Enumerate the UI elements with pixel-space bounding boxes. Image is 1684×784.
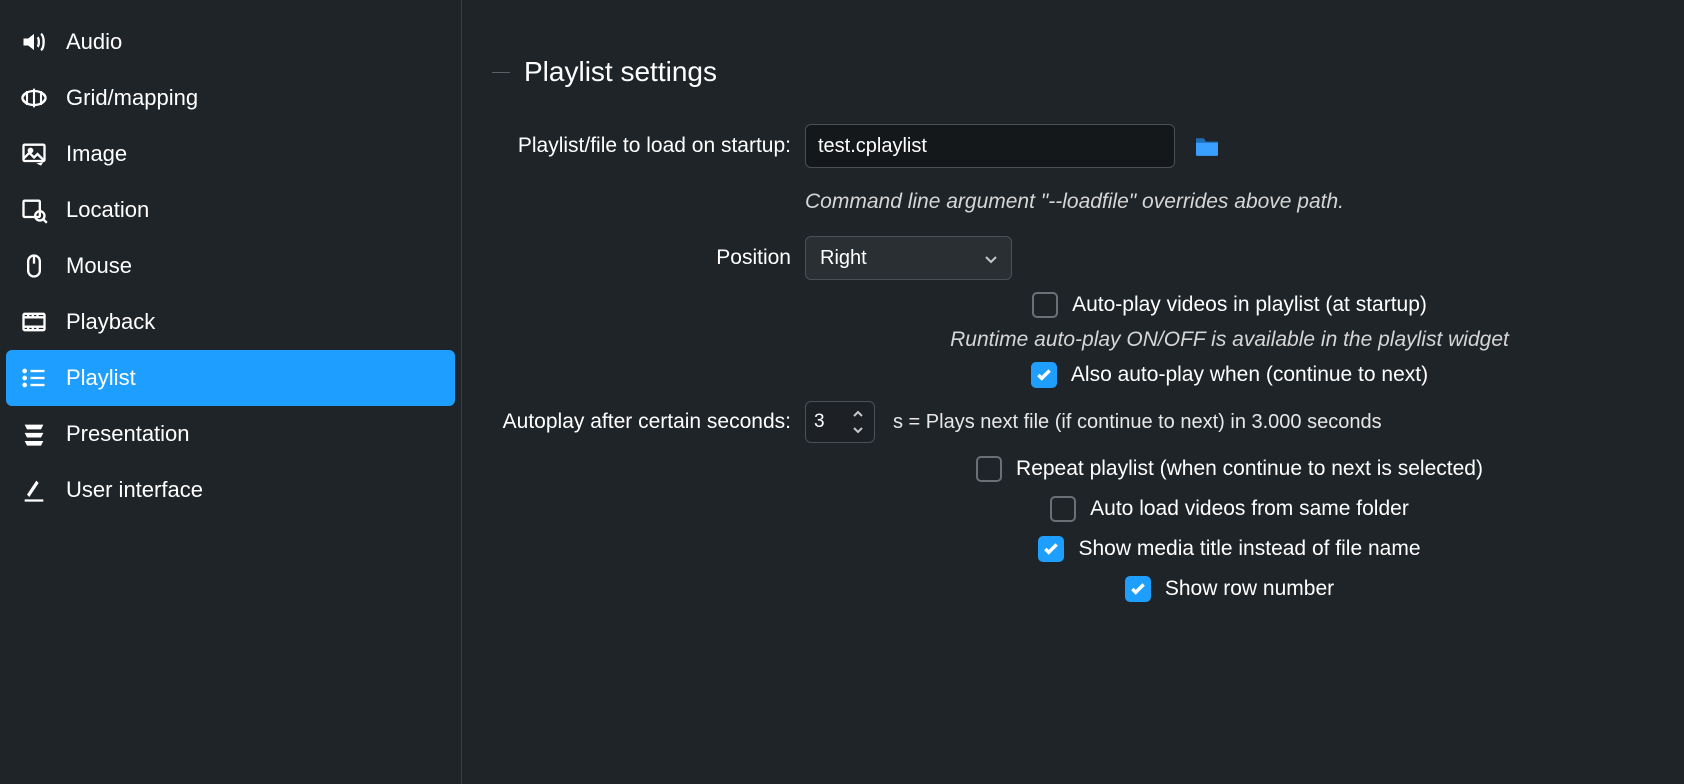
autoplay-runtime-hint: Runtime auto-play ON/OFF is available in…	[950, 328, 1509, 352]
audio-icon	[20, 28, 48, 56]
user-interface-icon	[20, 476, 48, 504]
stepper-down-icon[interactable]	[844, 422, 872, 438]
autoplay-seconds-input[interactable]	[806, 402, 844, 442]
sidebar-item-label: Location	[66, 197, 149, 223]
playback-icon	[20, 308, 48, 336]
startup-file-input[interactable]	[805, 124, 1175, 168]
repeat-playlist-label: Repeat playlist (when continue to next i…	[1016, 457, 1483, 481]
sidebar-item-label: User interface	[66, 477, 203, 503]
sidebar-item-presentation[interactable]: Presentation	[6, 406, 455, 462]
sidebar-item-label: Playlist	[66, 365, 136, 391]
startup-file-hint: Command line argument "--loadfile" overr…	[805, 190, 1344, 214]
sidebar-item-label: Grid/mapping	[66, 85, 198, 111]
autoplay-startup-checkbox[interactable]	[1032, 292, 1058, 318]
sidebar-item-label: Image	[66, 141, 127, 167]
main-panel: Playlist settings Playlist/file to load …	[462, 0, 1684, 784]
sidebar-item-playlist[interactable]: Playlist	[6, 350, 455, 406]
location-icon	[20, 196, 48, 224]
sidebar-item-playback[interactable]: Playback	[6, 294, 455, 350]
position-label: Position	[492, 246, 805, 270]
show-row-number-label: Show row number	[1165, 577, 1334, 601]
sidebar-item-label: Playback	[66, 309, 155, 335]
sidebar-item-image[interactable]: Image	[6, 126, 455, 182]
divider	[492, 72, 510, 73]
autoplay-seconds-label: Autoplay after certain seconds:	[492, 410, 805, 434]
grid-icon	[20, 84, 48, 112]
playlist-icon	[20, 364, 48, 392]
sidebar-item-label: Mouse	[66, 253, 132, 279]
autoplay-seconds-stepper[interactable]	[805, 401, 875, 443]
presentation-icon	[20, 420, 48, 448]
sidebar: Audio Grid/mapping Image	[0, 0, 462, 784]
sidebar-item-label: Presentation	[66, 421, 190, 447]
position-select[interactable]: Right	[805, 236, 1012, 280]
section-title: Playlist settings	[524, 56, 717, 88]
mouse-icon	[20, 252, 48, 280]
autoload-same-folder-checkbox[interactable]	[1050, 496, 1076, 522]
sidebar-item-location[interactable]: Location	[6, 182, 455, 238]
autoload-same-folder-label: Auto load videos from same folder	[1090, 497, 1409, 521]
image-icon	[20, 140, 48, 168]
autoplay-seconds-suffix: s = Plays next file (if continue to next…	[893, 411, 1382, 434]
stepper-up-icon[interactable]	[844, 406, 872, 422]
position-select-value: Right	[820, 247, 867, 270]
chevron-down-icon	[983, 250, 999, 266]
also-autoplay-checkbox[interactable]	[1031, 362, 1057, 388]
sidebar-item-mouse[interactable]: Mouse	[6, 238, 455, 294]
autoplay-startup-label: Auto-play videos in playlist (at startup…	[1072, 293, 1427, 317]
show-row-number-checkbox[interactable]	[1125, 576, 1151, 602]
startup-file-label: Playlist/file to load on startup:	[492, 134, 805, 158]
browse-button[interactable]	[1193, 134, 1221, 158]
repeat-playlist-checkbox[interactable]	[976, 456, 1002, 482]
sidebar-item-user-interface[interactable]: User interface	[6, 462, 455, 518]
sidebar-item-label: Audio	[66, 29, 122, 55]
sidebar-item-grid-mapping[interactable]: Grid/mapping	[6, 70, 455, 126]
sidebar-item-audio[interactable]: Audio	[6, 14, 455, 70]
also-autoplay-label: Also auto-play when (continue to next)	[1071, 363, 1428, 387]
section-title-row: Playlist settings	[492, 56, 1654, 88]
show-media-title-checkbox[interactable]	[1038, 536, 1064, 562]
show-media-title-label: Show media title instead of file name	[1078, 537, 1420, 561]
